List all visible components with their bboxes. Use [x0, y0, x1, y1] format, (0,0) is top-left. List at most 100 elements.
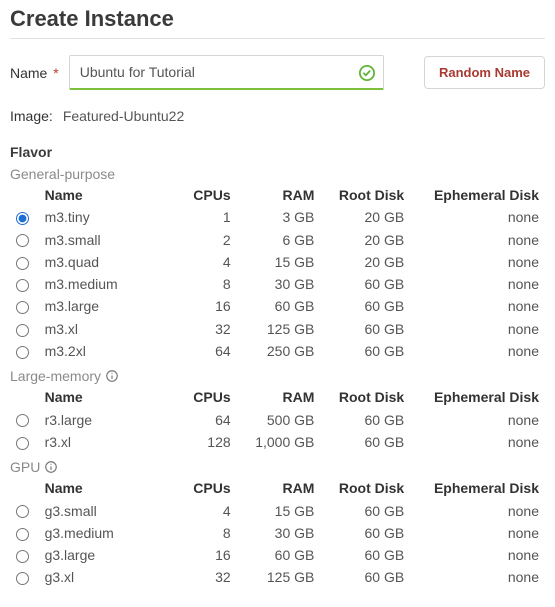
col-cpus: CPUs: [167, 386, 236, 408]
col-name: Name: [39, 477, 168, 499]
flavor-row: m3.tiny13 GB20 GBnone: [10, 206, 545, 228]
flavor-radio[interactable]: [16, 414, 29, 427]
flavor-group-label: GPU: [10, 459, 40, 475]
flavor-ram: 3 GB: [237, 206, 321, 228]
flavor-row: m3.xl32125 GB60 GBnone: [10, 318, 545, 340]
flavor-root: 60 GB: [320, 522, 410, 544]
flavor-name: m3.large: [39, 295, 168, 317]
flavor-table: NameCPUsRAMRoot DiskEphemeral Disk r3.lar…: [10, 386, 545, 453]
name-label: Name *: [10, 65, 59, 81]
flavor-name: r3.large: [39, 409, 168, 431]
col-eph: Ephemeral Disk: [410, 477, 545, 499]
flavor-root: 60 GB: [320, 431, 410, 453]
flavor-eph: none: [410, 251, 545, 273]
flavor-ram: 30 GB: [237, 522, 321, 544]
flavor-name: g3.xl: [39, 566, 168, 588]
flavor-root: 60 GB: [320, 500, 410, 522]
col-eph: Ephemeral Disk: [410, 386, 545, 408]
col-name: Name: [39, 184, 168, 206]
flavor-eph: none: [410, 295, 545, 317]
flavor-root: 60 GB: [320, 566, 410, 588]
flavor-name: g3.small: [39, 500, 168, 522]
flavor-ram: 15 GB: [237, 500, 321, 522]
flavor-cpus: 32: [167, 318, 236, 340]
flavor-eph: none: [410, 318, 545, 340]
flavor-root: 60 GB: [320, 273, 410, 295]
flavor-radio[interactable]: [16, 324, 29, 337]
instance-name-input[interactable]: [69, 55, 384, 90]
image-value: Featured-Ubuntu22: [63, 108, 184, 124]
flavor-row: m3.medium830 GB60 GBnone: [10, 273, 545, 295]
flavor-row: m3.quad415 GB20 GBnone: [10, 251, 545, 273]
flavor-ram: 60 GB: [237, 295, 321, 317]
flavor-name: m3.tiny: [39, 206, 168, 228]
flavor-eph: none: [410, 522, 545, 544]
flavor-row: g3.large1660 GB60 GBnone: [10, 544, 545, 566]
flavor-cpus: 4: [167, 500, 236, 522]
flavor-ram: 15 GB: [237, 251, 321, 273]
col-ram: RAM: [237, 386, 321, 408]
flavor-ram: 60 GB: [237, 544, 321, 566]
flavor-root: 20 GB: [320, 251, 410, 273]
flavor-name: m3.medium: [39, 273, 168, 295]
flavor-radio[interactable]: [16, 301, 29, 314]
flavor-name: r3.xl: [39, 431, 168, 453]
flavor-radio[interactable]: [16, 528, 29, 541]
flavor-eph: none: [410, 273, 545, 295]
flavor-root: 20 GB: [320, 206, 410, 228]
col-cpus: CPUs: [167, 184, 236, 206]
col-root: Root Disk: [320, 477, 410, 499]
flavor-radio[interactable]: [16, 257, 29, 270]
flavor-cpus: 16: [167, 295, 236, 317]
flavor-root: 60 GB: [320, 295, 410, 317]
random-name-button[interactable]: Random Name: [424, 56, 545, 89]
flavor-table: NameCPUsRAMRoot DiskEphemeral Diskg3.sma…: [10, 477, 545, 588]
flavor-cpus: 128: [167, 431, 236, 453]
flavor-cpus: 1: [167, 206, 236, 228]
flavor-row: m3.small26 GB20 GBnone: [10, 229, 545, 251]
flavor-radio[interactable]: [16, 437, 29, 450]
flavor-cpus: 64: [167, 340, 236, 362]
flavor-radio[interactable]: [16, 212, 29, 225]
flavor-cpus: 64: [167, 409, 236, 431]
col-root: Root Disk: [320, 386, 410, 408]
required-mark: *: [53, 65, 58, 81]
flavor-row: r3.xl1281,000 GB60 GBnone: [10, 431, 545, 453]
image-label: Image:: [10, 108, 53, 124]
flavor-cpus: 4: [167, 251, 236, 273]
flavor-group-heading: GPU: [10, 459, 545, 475]
flavor-radio[interactable]: [16, 279, 29, 292]
flavor-heading: Flavor: [10, 144, 545, 160]
flavor-eph: none: [410, 566, 545, 588]
flavor-eph: none: [410, 206, 545, 228]
col-root: Root Disk: [320, 184, 410, 206]
flavor-eph: none: [410, 431, 545, 453]
flavor-eph: none: [410, 544, 545, 566]
flavor-ram: 6 GB: [237, 229, 321, 251]
flavor-ram: 30 GB: [237, 273, 321, 295]
flavor-row: g3.medium830 GB60 GBnone: [10, 522, 545, 544]
flavor-eph: none: [410, 340, 545, 362]
flavor-cpus: 8: [167, 273, 236, 295]
flavor-radio[interactable]: [16, 572, 29, 585]
col-cpus: CPUs: [167, 477, 236, 499]
flavor-eph: none: [410, 409, 545, 431]
col-ram: RAM: [237, 184, 321, 206]
flavor-root: 20 GB: [320, 229, 410, 251]
info-icon[interactable]: [105, 369, 119, 383]
flavor-ram: 500 GB: [237, 409, 321, 431]
flavor-root: 60 GB: [320, 318, 410, 340]
info-icon[interactable]: [44, 460, 58, 474]
flavor-cpus: 2: [167, 229, 236, 251]
flavor-name: m3.quad: [39, 251, 168, 273]
col-name: Name: [39, 386, 168, 408]
flavor-radio[interactable]: [16, 234, 29, 247]
flavor-root: 60 GB: [320, 340, 410, 362]
flavor-name: g3.large: [39, 544, 168, 566]
flavor-radio[interactable]: [16, 550, 29, 563]
flavor-radio[interactable]: [16, 346, 29, 359]
flavor-eph: none: [410, 229, 545, 251]
flavor-radio[interactable]: [16, 505, 29, 518]
col-eph: Ephemeral Disk: [410, 184, 545, 206]
flavor-group-heading: General-purpose: [10, 166, 545, 182]
